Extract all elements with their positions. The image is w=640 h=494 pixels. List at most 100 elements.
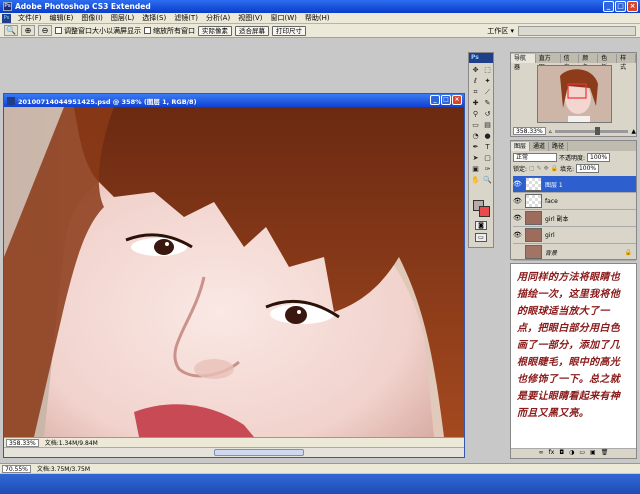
- app-doc-size[interactable]: 文档:3.75M/3.75M: [37, 464, 90, 473]
- workspace-switcher[interactable]: 工作区 ▾: [487, 26, 514, 36]
- layer-row[interactable]: 👁 face: [513, 193, 636, 210]
- slider-knob[interactable]: [595, 126, 601, 135]
- marquee-tool-icon[interactable]: ⬚: [482, 65, 493, 75]
- navigator-zoom-field[interactable]: 358.33%: [513, 127, 546, 135]
- crop-tool-icon[interactable]: ⌗: [470, 87, 481, 97]
- close-icon[interactable]: ×: [452, 95, 462, 105]
- zoom-out-icon[interactable]: ⊖: [38, 25, 52, 36]
- adjustment-layer-icon[interactable]: ◑: [569, 449, 574, 458]
- dodge-tool-icon[interactable]: ●: [482, 131, 493, 141]
- layer-row[interactable]: 👁 图层 1: [513, 176, 636, 193]
- layer-row[interactable]: 👁 girl 副本: [513, 210, 636, 227]
- zoom-in-small-icon[interactable]: ▲: [631, 128, 636, 135]
- magic-wand-icon[interactable]: ✦: [482, 76, 493, 86]
- layer-row[interactable]: 👁 girl: [513, 227, 636, 244]
- tab-channels[interactable]: 通道: [530, 142, 550, 151]
- slice-tool-icon[interactable]: ⟋: [482, 87, 493, 97]
- app-zoom-field[interactable]: 70.55%: [2, 464, 31, 473]
- pen-tool-icon[interactable]: ✒: [470, 142, 481, 152]
- gradient-tool-icon[interactable]: ▤: [482, 120, 493, 130]
- menu-layer[interactable]: 图层(L): [107, 13, 138, 23]
- eye-icon[interactable]: 👁: [513, 197, 522, 206]
- menu-select[interactable]: 选择(S): [138, 13, 170, 23]
- type-tool-icon[interactable]: T: [482, 142, 493, 152]
- workspace-label[interactable]: 工作区 ▾: [487, 26, 514, 36]
- healing-brush-icon[interactable]: ✚: [470, 98, 481, 108]
- brush-tool-icon[interactable]: ✎: [482, 98, 493, 108]
- image-canvas[interactable]: [4, 107, 464, 437]
- blur-tool-icon[interactable]: ◔: [470, 131, 481, 141]
- toolbox-header[interactable]: Ps: [469, 53, 493, 63]
- minimize-icon[interactable]: _: [430, 95, 440, 105]
- tab-navigator[interactable]: 导航器: [511, 54, 536, 71]
- opacity-field[interactable]: 100%: [587, 153, 611, 162]
- document-title-bar[interactable]: 20100714044951425.psd @ 358% (图层 1, RGB/…: [4, 94, 464, 107]
- new-group-icon[interactable]: ▭: [579, 449, 585, 458]
- hand-tool-icon[interactable]: ✋: [470, 175, 481, 185]
- layer-name[interactable]: girl 副本: [545, 214, 569, 223]
- checkbox-box[interactable]: [144, 27, 151, 34]
- zoom-in-icon[interactable]: ⊕: [21, 25, 35, 36]
- navigator-zoom-slider[interactable]: [554, 126, 629, 135]
- move-tool-icon[interactable]: ✥: [470, 65, 481, 75]
- notes-tool-icon[interactable]: ▣: [470, 164, 481, 174]
- background-color-swatch[interactable]: [479, 206, 490, 217]
- eye-icon[interactable]: 👁: [513, 231, 522, 240]
- minimize-icon[interactable]: _: [603, 1, 614, 12]
- eye-icon[interactable]: [513, 248, 522, 257]
- layer-name[interactable]: 图层 1: [545, 180, 563, 189]
- layer-name[interactable]: face: [545, 198, 558, 205]
- eraser-tool-icon[interactable]: ▭: [470, 120, 481, 130]
- checkbox-box[interactable]: [55, 27, 62, 34]
- layer-row[interactable]: 背景 🔒: [513, 244, 636, 261]
- blend-mode-select[interactable]: 正常: [513, 153, 557, 162]
- zoom-all-checkbox[interactable]: 缩放所有窗口: [144, 26, 195, 36]
- eye-icon[interactable]: 👁: [513, 180, 522, 189]
- screen-mode-icon[interactable]: ▭: [475, 233, 487, 242]
- horizontal-scrollbar[interactable]: [4, 447, 464, 457]
- layer-mask-icon[interactable]: ◘: [559, 449, 564, 458]
- document-zoom-field[interactable]: 358.33%: [6, 438, 39, 447]
- fill-field[interactable]: 100%: [575, 164, 600, 173]
- path-select-icon[interactable]: ➤: [470, 153, 481, 163]
- maximize-icon[interactable]: □: [441, 95, 451, 105]
- menu-image[interactable]: 图像(I): [77, 13, 107, 23]
- print-size-button[interactable]: 打印尺寸: [272, 25, 306, 36]
- navigator-thumbnail[interactable]: [537, 65, 612, 123]
- tab-color[interactable]: 颜色: [579, 54, 599, 71]
- layer-name[interactable]: girl: [545, 232, 555, 239]
- clone-stamp-icon[interactable]: ⚲: [470, 109, 481, 119]
- menu-help[interactable]: 帮助(H): [301, 13, 334, 23]
- link-layers-icon[interactable]: ∞: [539, 449, 544, 458]
- zoom-out-small-icon[interactable]: ▵: [549, 128, 552, 135]
- resize-windows-checkbox[interactable]: 调整窗口大小以满屏显示: [55, 26, 141, 36]
- menu-file[interactable]: 文件(F): [14, 13, 46, 23]
- lasso-tool-icon[interactable]: ℓ: [470, 76, 481, 86]
- history-brush-icon[interactable]: ↺: [482, 109, 493, 119]
- eye-icon[interactable]: 👁: [513, 214, 522, 223]
- tab-histogram[interactable]: 直方图: [536, 54, 561, 71]
- tab-paths[interactable]: 路径: [549, 142, 569, 151]
- menu-filter[interactable]: 滤镜(T): [170, 13, 202, 23]
- fit-screen-button[interactable]: 适合屏幕: [235, 25, 269, 36]
- tab-swatches[interactable]: 色板: [598, 54, 618, 71]
- menu-edit[interactable]: 编辑(E): [46, 13, 78, 23]
- shape-tool-icon[interactable]: ▢: [482, 153, 493, 163]
- document-size-info[interactable]: 文档:1.34M/9.84M: [45, 438, 98, 447]
- menu-window[interactable]: 窗口(W): [266, 13, 300, 23]
- layer-name[interactable]: 背景: [545, 248, 557, 257]
- tab-styles[interactable]: 样式: [617, 54, 636, 71]
- delete-layer-icon[interactable]: 🗑: [601, 449, 609, 458]
- actual-pixels-button[interactable]: 实际像素: [198, 25, 232, 36]
- zoom-tool-icon[interactable]: 🔍: [482, 175, 493, 185]
- close-icon[interactable]: ×: [627, 1, 638, 12]
- maximize-icon[interactable]: □: [615, 1, 626, 12]
- zoom-tool-icon[interactable]: 🔍: [4, 25, 18, 36]
- layer-style-icon[interactable]: fx: [549, 449, 555, 458]
- scrollbar-thumb[interactable]: [214, 449, 304, 456]
- tab-info[interactable]: 信息: [561, 54, 580, 71]
- tab-layers[interactable]: 图层: [511, 142, 531, 151]
- menu-view[interactable]: 视图(V): [234, 13, 266, 23]
- menu-analysis[interactable]: 分析(A): [202, 13, 234, 23]
- new-layer-icon[interactable]: ▣: [590, 449, 596, 458]
